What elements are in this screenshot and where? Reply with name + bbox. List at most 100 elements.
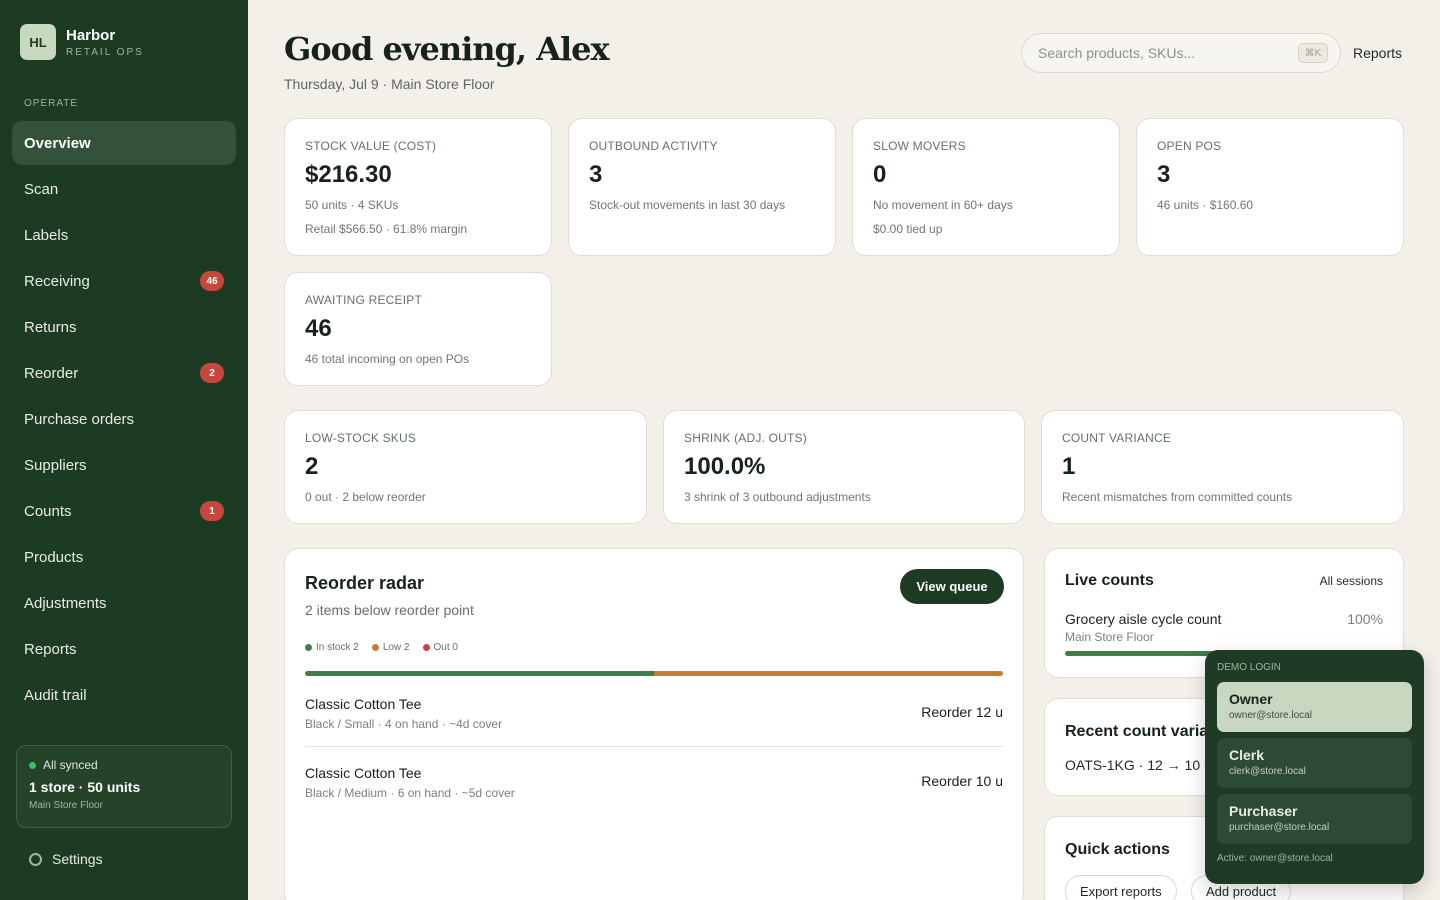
sync-status-text: All synced [43,758,98,772]
brand-name: Harbor [66,26,116,44]
demo-option-owner[interactable]: Owner owner@store.local [1217,682,1412,732]
legend-low: Low 2 [371,642,410,653]
sidebar-item-label: Receiving [24,272,90,290]
reorder-item-detail: Black / Medium · 6 on hand · ~5d cover [305,786,515,800]
demo-role: Owner [1229,691,1273,707]
reorder-radar-panel: Reorder radar 2 items below reorder poin… [284,548,1024,900]
sidebar: HL Harbor RETAIL OPS OPERATE Overview Sc… [0,0,248,900]
in-stock-dot-icon [305,643,312,651]
low-stock-dot-icon [371,643,379,651]
metric-stock-value-card[interactable]: STOCK VALUE (COST) $216.30 50 units · 4 … [284,118,552,256]
search-input[interactable] [1038,45,1298,61]
sidebar-item-suppliers[interactable]: Suppliers [12,443,236,487]
sync-dot-icon [29,761,36,769]
metric-note: Stock-out movements in last 30 days [589,198,786,212]
legend-label: Out 0 [433,642,458,653]
reorder-action[interactable]: Reorder 10 u [921,773,1003,789]
metric-slow-movers-card[interactable]: SLOW MOVERS 0 No movement in 60+ days $0… [852,118,1120,256]
sidebar-item-label: Counts [24,502,72,520]
metric-label: SLOW MOVERS [873,139,966,153]
section-label: OPERATE [24,98,79,109]
brand-subtitle: RETAIL OPS [66,46,144,58]
export-reports-button[interactable]: Export reports [1065,875,1177,900]
stock-bar-segment [654,671,1003,676]
sidebar-item-labels[interactable]: Labels [12,213,236,257]
sidebar-item-returns[interactable]: Returns [12,305,236,349]
demo-option-clerk[interactable]: Clerk clerk@store.local [1217,738,1412,788]
legend-label: Low 2 [382,642,410,653]
metric-note: 50 units · 4 SKUs [305,198,399,212]
metric-label: OPEN POS [1157,139,1222,153]
metric-note: 3 shrink of 3 outbound adjustments [684,490,871,504]
live-counts-title: Live counts [1065,572,1154,589]
sync-location: Main Store Floor [29,800,103,811]
metric-note: No movement in 60+ days [873,198,1013,212]
counts-badge: 1 [200,501,224,521]
demo-active-user: Active: owner@store.local [1217,853,1333,864]
legend-out: Out 0 [422,642,458,653]
demo-option-purchaser[interactable]: Purchaser purchaser@store.local [1217,794,1412,844]
sidebar-item-label: Labels [24,226,69,244]
metric-value: 1 [1062,453,1076,480]
sidebar-item-label: Reorder [24,364,79,382]
sidebar-item-products[interactable]: Products [12,535,236,579]
out-of-stock-dot-icon [422,643,430,651]
sync-status: All synced [29,758,219,772]
low-stock-card[interactable]: LOW-STOCK SKUS 2 0 out · 2 below reorder [284,410,647,524]
receiving-badge: 46 [200,271,224,291]
sidebar-item-scan[interactable]: Scan [12,167,236,211]
shrink-card[interactable]: SHRINK (ADJ. OUTS) 100.0% 3 shrink of 3 … [663,410,1025,524]
metric-label: STOCK VALUE (COST) [305,139,437,153]
view-queue-button[interactable]: View queue [900,569,1004,604]
metric-value: 0 [873,161,887,188]
sidebar-item-label: Adjustments [24,594,107,612]
sidebar-item-reports[interactable]: Reports [12,627,236,671]
divider [305,746,1003,747]
reports-link[interactable]: Reports [1353,45,1402,61]
sidebar-item-label: Scan [24,180,59,198]
count-variance-card[interactable]: COUNT VARIANCE 1 Recent mismatches from … [1041,410,1404,524]
metric-outbound-card[interactable]: OUTBOUND ACTIVITY 3 Stock-out movements … [568,118,836,256]
metric-value: 100.0% [684,453,766,480]
reorder-item-info: Classic Cotton Tee Black / Small · 4 on … [305,696,502,731]
page-subtitle: Thursday, Jul 9 · Main Store Floor [284,76,495,92]
sidebar-item-label: Products [24,548,84,566]
metric-label: LOW-STOCK SKUS [305,431,417,445]
sidebar-item-audit-trail[interactable]: Audit trail [12,673,236,717]
reorder-row[interactable]: Classic Cotton Tee Black / Small · 4 on … [305,696,1003,731]
metric-open-pos-card[interactable]: OPEN POS 3 46 units · $160.60 [1136,118,1404,256]
reorder-action[interactable]: Reorder 12 u [921,704,1003,720]
gear-icon [29,852,42,866]
metric-label: COUNT VARIANCE [1062,431,1172,445]
search-box[interactable]: ⌘K [1021,33,1341,73]
reorder-radar-subtitle: 2 items below reorder point [305,602,474,618]
legend-label: In stock 2 [316,642,359,653]
sidebar-item-receiving[interactable]: Receiving 46 [12,259,236,303]
demo-role: Clerk [1229,747,1265,763]
sidebar-item-reorder[interactable]: Reorder 2 [12,351,236,395]
settings-link[interactable]: Settings [29,851,103,867]
reorder-item-info: Classic Cotton Tee Black / Medium · 6 on… [305,765,515,800]
sidebar-item-counts[interactable]: Counts 1 [12,489,236,533]
metric-value: 46 [305,315,332,342]
metric-note: 46 total incoming on open POs [305,352,470,366]
reorder-item-detail: Black / Small · 4 on hand · ~4d cover [305,717,503,731]
metric-awaiting-receipt-card[interactable]: AWAITING RECEIPT 46 46 total incoming on… [284,272,552,386]
sidebar-item-label: Audit trail [24,686,87,704]
sidebar-item-adjustments[interactable]: Adjustments [12,581,236,625]
metric-note: 46 units · $160.60 [1157,198,1254,212]
demo-email: purchaser@store.local [1229,822,1330,833]
sidebar-item-purchase-orders[interactable]: Purchase orders [12,397,236,441]
sidebar-item-label: Reports [24,640,77,658]
count-session-percent: 100% [1347,611,1383,627]
metric-label: OUTBOUND ACTIVITY [589,139,718,153]
demo-login-popover: DEMO LOGIN Owner owner@store.local Clerk… [1205,650,1424,884]
metric-label: SHRINK (ADJ. OUTS) [684,431,807,445]
metric-note: 0 out · 2 below reorder [305,490,426,504]
sidebar-item-label: Overview [24,134,91,152]
all-sessions-link[interactable]: All sessions [1320,574,1383,588]
quick-actions-title: Quick actions [1065,841,1170,858]
sidebar-item-overview[interactable]: Overview [12,121,236,165]
reorder-row[interactable]: Classic Cotton Tee Black / Medium · 6 on… [305,765,1003,800]
metric-note: Recent mismatches from committed counts [1062,490,1293,504]
